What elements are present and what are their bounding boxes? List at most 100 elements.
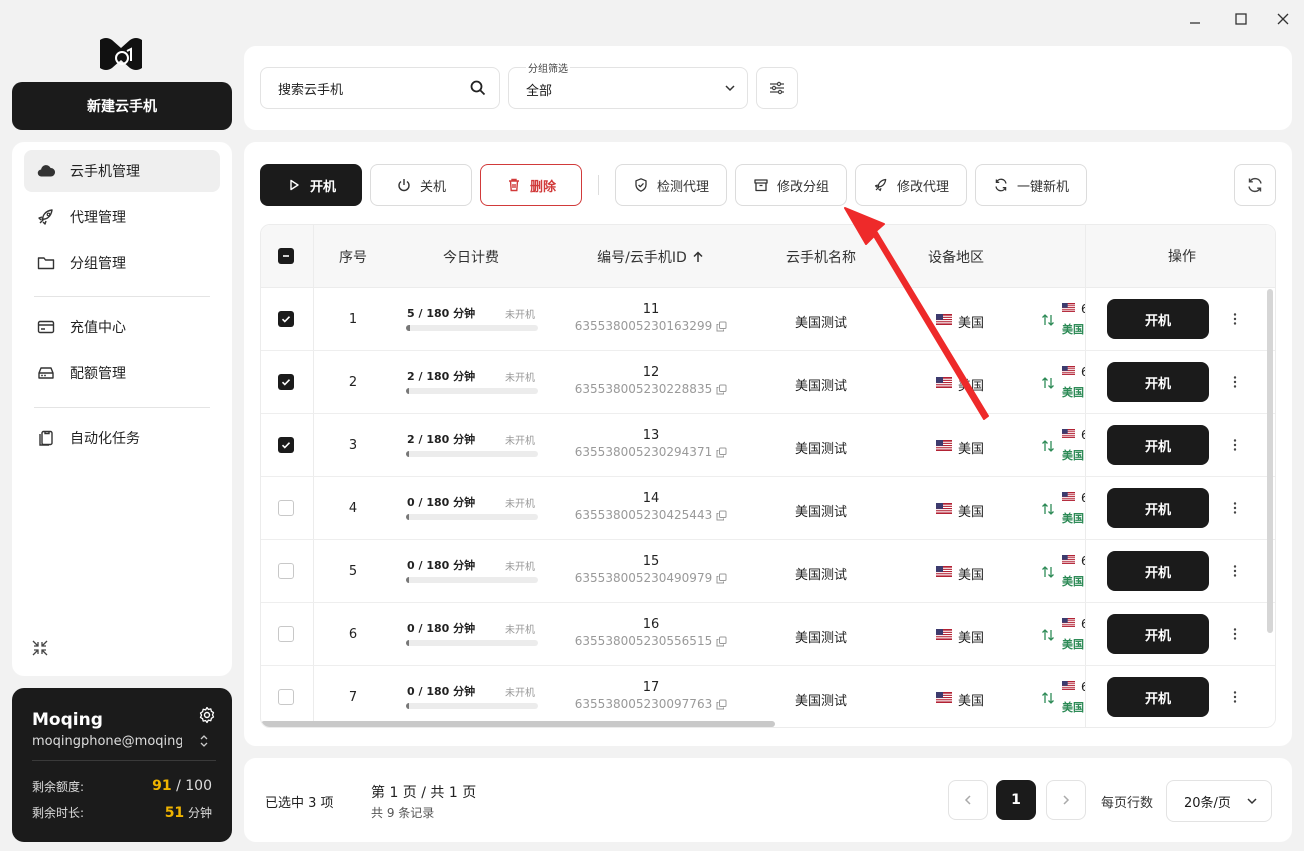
chevron-down-icon [1245,794,1259,808]
delete-button[interactable]: 删除 [480,164,582,206]
sliders-icon [768,79,786,97]
row-checkbox[interactable] [278,563,294,579]
account-switch-icon[interactable] [198,734,210,748]
row-start-button[interactable]: 开机 [1107,425,1209,465]
row-checkbox[interactable] [278,626,294,642]
copy-icon[interactable] [712,384,727,395]
minimize-icon[interactable] [1186,10,1204,28]
sidebar-item-group-management[interactable]: 分组管理 [24,242,220,284]
row-start-button[interactable]: 开机 [1107,551,1209,591]
usage-bar [406,325,538,331]
new-phone-button[interactable]: 新建云手机 [12,82,232,130]
row-checkbox[interactable] [278,374,294,390]
device-list-panel: 开机 关机 删除 检测代理 修改分组 修改代理 一键新机 序号 今日计费 编号/… [244,142,1292,746]
row-checkbox[interactable] [278,437,294,453]
time-value: 51 [164,805,185,821]
more-vertical-icon[interactable] [1227,500,1243,516]
group-filter-select[interactable]: 分组筛选 全部 [508,60,748,109]
device-number: 14 [642,491,660,506]
device-region: 美国 [958,316,985,331]
nav-divider [34,296,210,297]
maximize-icon[interactable] [1232,10,1250,28]
row-index: 1 [348,312,358,327]
time-label: 剩余时长: [32,806,85,820]
sidebar-item-phone-management[interactable]: 云手机管理 [24,150,220,192]
device-name: 美国测试 [794,316,847,331]
more-vertical-icon[interactable] [1227,437,1243,453]
copy-icon[interactable] [712,636,727,647]
row-start-button[interactable]: 开机 [1107,362,1209,402]
header-billing: 今日计费 [443,249,499,266]
sidebar-item-automation[interactable]: 自动化任务 [24,417,220,459]
usage-bar-fill [406,388,409,394]
row-checkbox[interactable] [278,500,294,516]
row-start-button[interactable]: 开机 [1107,614,1209,654]
gear-icon[interactable] [198,706,216,724]
row-divider [1085,413,1275,414]
user-divider [32,760,216,761]
usage-bar-fill [406,640,409,646]
usage-bar-fill [406,451,409,457]
sidebar-item-recharge[interactable]: 充值中心 [24,306,220,348]
us-flag-icon [1062,492,1075,502]
row-divider [1085,350,1275,351]
sidebar-item-label: 代理管理 [70,210,126,226]
select-all-checkbox[interactable] [278,248,294,264]
usage-text: 0 / 180 分钟 [407,496,476,509]
proxy-region: 美国 [1062,575,1084,588]
refresh-button[interactable] [1234,164,1276,206]
device-region: 美国 [958,568,985,583]
power-status: 未开机 [505,499,535,510]
horizontal-scrollbar[interactable] [261,721,775,727]
advanced-filter-button[interactable] [756,67,798,109]
copy-icon[interactable] [712,510,727,521]
stop-button[interactable]: 关机 [370,164,472,206]
proxy-region: 美国 [1062,386,1084,399]
more-vertical-icon[interactable] [1227,374,1243,390]
edit-proxy-button[interactable]: 修改代理 [855,164,967,206]
new-device-button[interactable]: 一键新机 [975,164,1087,206]
row-start-button[interactable]: 开机 [1107,677,1209,717]
edit-group-label: 修改分组 [776,179,829,195]
row-checkbox[interactable] [278,311,294,327]
us-flag-icon [936,503,952,514]
edit-group-button[interactable]: 修改分组 [735,164,847,206]
sidebar-item-quota[interactable]: 配额管理 [24,352,220,394]
row-start-button[interactable]: 开机 [1107,488,1209,528]
row-divider [1085,665,1275,666]
archive-icon [753,177,769,193]
more-vertical-icon[interactable] [1227,626,1243,642]
sidebar-item-proxy-management[interactable]: 代理管理 [24,196,220,238]
device-region: 美国 [958,505,985,520]
row-divider [1085,602,1275,603]
sidebar-item-label: 分组管理 [70,256,126,272]
sort-up-icon[interactable] [691,250,705,264]
folder-icon [36,253,56,273]
prev-page-button[interactable] [948,780,988,820]
more-vertical-icon[interactable] [1227,563,1243,579]
search-icon[interactable] [469,79,487,97]
close-icon[interactable] [1274,10,1292,28]
device-name: 美国测试 [794,442,847,457]
usage-bar [406,388,538,394]
us-flag-icon [1062,303,1075,313]
vertical-scrollbar[interactable] [1267,289,1273,633]
copy-icon[interactable] [712,699,727,710]
more-vertical-icon[interactable] [1227,689,1243,705]
search-input[interactable]: 搜索云手机 [260,67,500,109]
copy-icon[interactable] [712,447,727,458]
collapse-icon[interactable] [30,638,50,658]
header-id[interactable]: 编号/云手机ID [561,225,741,288]
check-proxy-button[interactable]: 检测代理 [615,164,727,206]
row-checkbox[interactable] [278,689,294,705]
copy-icon[interactable] [712,321,727,332]
device-number: 13 [642,428,660,443]
page-button-1[interactable]: 1 [996,780,1036,820]
row-divider [1085,539,1275,540]
next-page-button[interactable] [1046,780,1086,820]
rows-per-page-select[interactable]: 20条/页 [1166,780,1272,822]
start-button[interactable]: 开机 [260,164,362,206]
more-vertical-icon[interactable] [1227,311,1243,327]
copy-icon[interactable] [712,573,727,584]
row-start-button[interactable]: 开机 [1107,299,1209,339]
